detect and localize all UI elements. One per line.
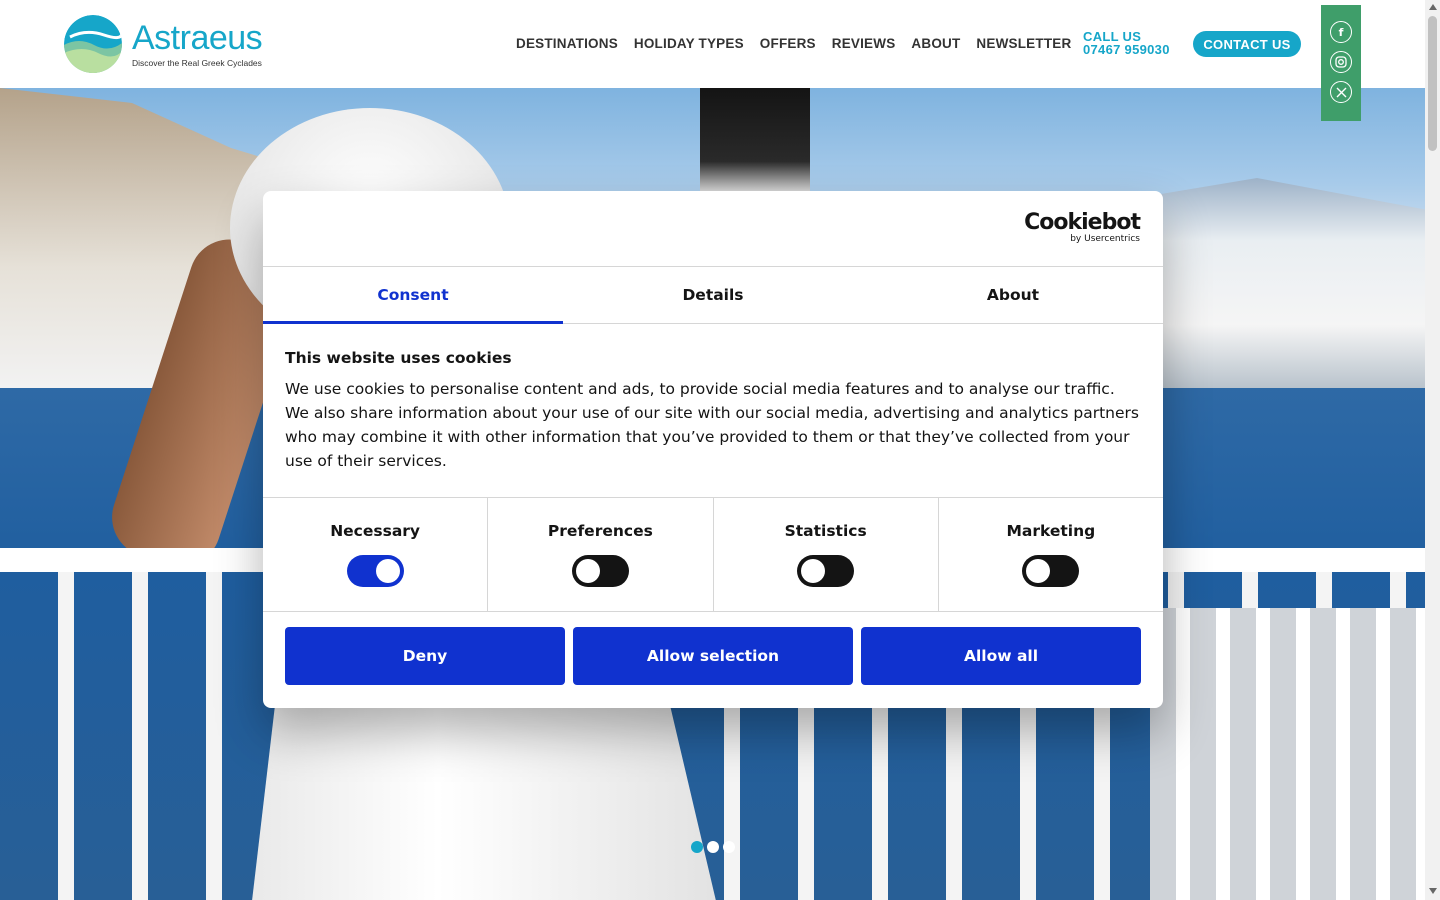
logo-tagline: Discover the Real Greek Cyclades [132, 57, 262, 68]
carousel-dot-1[interactable] [691, 841, 703, 853]
cookiebot-by: by Usercentrics [1070, 234, 1140, 244]
category-label: Necessary [330, 522, 421, 540]
hero-post [700, 88, 810, 193]
phone-number: 07467 959030 [1083, 42, 1170, 57]
category-label: Marketing [1006, 522, 1096, 540]
category-necessary: Necessary [263, 498, 489, 611]
main-nav: DESTINATIONS HOLIDAY TYPES OFFERS REVIEW… [516, 36, 1071, 51]
cookie-body: This website uses cookies We use cookies… [263, 324, 1163, 498]
carousel-dot-3[interactable] [723, 841, 735, 853]
nav-reviews[interactable]: REVIEWS [832, 36, 896, 51]
cookiebot-logo[interactable]: Cookiebot by Usercentrics [1024, 210, 1141, 245]
nav-destinations[interactable]: DESTINATIONS [516, 36, 618, 51]
necessary-toggle[interactable] [346, 555, 404, 587]
category-preferences: Preferences [488, 498, 714, 611]
marketing-toggle[interactable] [1022, 555, 1080, 587]
nav-about[interactable]: ABOUT [911, 36, 960, 51]
statistics-toggle[interactable] [797, 555, 855, 587]
site-header: Astraeus Discover the Real Greek Cyclade… [0, 0, 1425, 88]
allow-all-button[interactable]: Allow all [861, 627, 1141, 685]
tab-about[interactable]: About [863, 267, 1163, 323]
instagram-icon[interactable] [1330, 51, 1352, 73]
scroll-down-arrow-icon[interactable] [1429, 888, 1437, 894]
site-logo[interactable]: Astraeus Discover the Real Greek Cyclade… [64, 14, 274, 74]
scrollbar-thumb[interactable] [1428, 16, 1437, 151]
nav-holiday-types[interactable]: HOLIDAY TYPES [634, 36, 744, 51]
hero-deck [1150, 608, 1425, 900]
scroll-up-arrow-icon[interactable] [1429, 4, 1437, 10]
deny-button[interactable]: Deny [285, 627, 565, 685]
carousel-dot-2[interactable] [707, 841, 719, 853]
nav-offers[interactable]: OFFERS [760, 36, 816, 51]
call-us-link[interactable]: CALL US 07467 959030 [1083, 30, 1170, 56]
x-icon[interactable] [1330, 81, 1352, 103]
carousel-dots [691, 841, 735, 853]
social-bar: f [1321, 5, 1361, 121]
cookie-consent-dialog: Cookiebot by Usercentrics Consent Detail… [263, 191, 1163, 708]
tab-consent[interactable]: Consent [263, 267, 563, 324]
cookie-dialog-header: Cookiebot by Usercentrics [263, 191, 1163, 267]
cookie-buttons: Deny Allow selection Allow all [285, 627, 1141, 685]
category-marketing: Marketing [939, 498, 1163, 611]
contact-us-button[interactable]: CONTACT US [1193, 31, 1301, 57]
facebook-icon[interactable]: f [1330, 21, 1352, 43]
cookie-text: We use cookies to personalise content an… [285, 380, 1139, 470]
tab-details[interactable]: Details [563, 267, 863, 323]
cookie-tabs: Consent Details About [263, 267, 1163, 324]
preferences-toggle[interactable] [571, 555, 629, 587]
cookiebot-brand: Cookiebot [1024, 210, 1141, 235]
nav-newsletter[interactable]: NEWSLETTER [976, 36, 1071, 51]
category-label: Preferences [547, 522, 653, 540]
logo-name: Astraeus [132, 18, 263, 57]
cookie-categories: Necessary Preferences Statistics Marketi… [263, 498, 1163, 611]
category-label: Statistics [784, 522, 867, 540]
allow-selection-button[interactable]: Allow selection [573, 627, 853, 685]
cookie-title: This website uses cookies [285, 349, 512, 367]
logo-mark-icon [64, 15, 122, 73]
category-statistics: Statistics [714, 498, 939, 611]
